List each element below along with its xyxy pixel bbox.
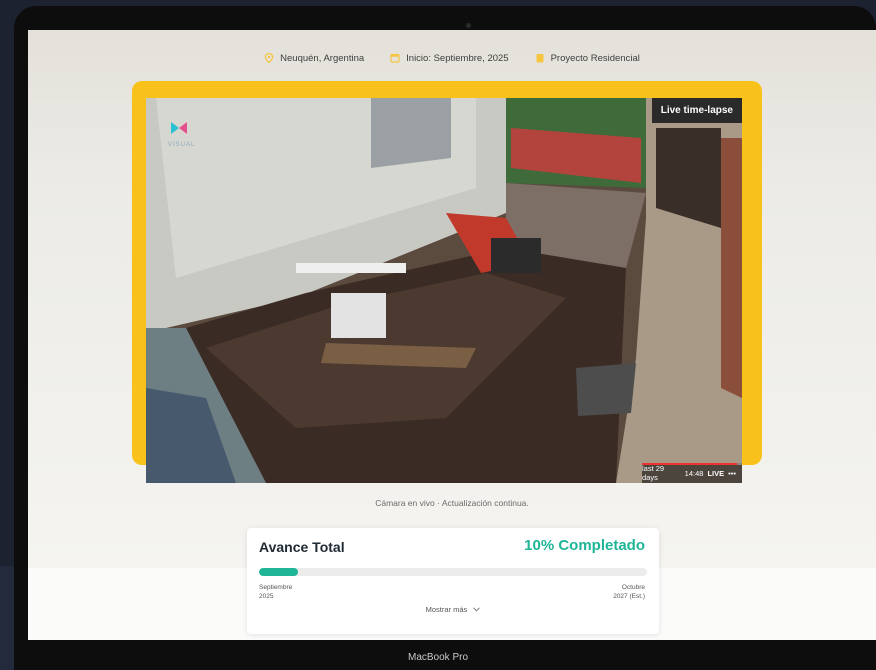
end-year: 2027 (Est.): [613, 593, 645, 600]
construction-site-image: [146, 98, 742, 483]
progress-percent: 10% Completado: [524, 537, 645, 554]
brand-logo-icon: [171, 122, 187, 134]
meta-project-type-text: Proyecto Residencial: [550, 52, 640, 64]
calendar-icon: [390, 53, 400, 63]
timeline-range[interactable]: last 29 days: [642, 464, 681, 482]
chevron-down-icon: [473, 607, 481, 612]
start-year: 2025: [259, 593, 274, 600]
timeline-progress: [642, 463, 737, 465]
device-label: MacBook Pro: [407, 652, 469, 663]
timeline-time: 14:48: [684, 468, 704, 478]
progress-card: Avance Total 10% Completado Septiembre 2…: [247, 528, 659, 634]
progress-end-date: Octubre 2027 (Est.): [613, 583, 645, 601]
live-camera-video[interactable]: VISUAL Live time-lapse last 29 days 14:4…: [146, 98, 742, 483]
meta-start: Inicio: Septiembre, 2025: [390, 50, 509, 66]
show-more-button[interactable]: Mostrar más: [247, 605, 659, 614]
progress-title: Avance Total: [259, 539, 345, 555]
camera-frame: VISUAL Live time-lapse last 29 days 14:4…: [132, 81, 762, 483]
show-more-label: Mostrar más: [425, 605, 468, 614]
progress-bar: [259, 568, 647, 576]
brand-logo-text: VISUAL: [168, 142, 196, 148]
webcam-dot: [466, 23, 471, 28]
building-icon: [536, 54, 544, 63]
camera-caption: Cámara en vivo · Actualización continua.: [375, 498, 529, 508]
start-month: Septiembre: [259, 584, 293, 591]
meta-location: Neuquén, Argentina: [264, 50, 364, 66]
screen: Neuquén, Argentina Inicio: Septiembre, 2…: [28, 30, 876, 640]
timeline-live[interactable]: LIVE: [707, 469, 724, 478]
timeline-track[interactable]: [642, 463, 742, 465]
more-options-icon[interactable]: •••: [728, 469, 736, 478]
end-month: Octubre: [621, 584, 645, 591]
progress-start-date: Septiembre 2025: [259, 583, 292, 601]
meta-start-text: Inicio: Septiembre, 2025: [406, 52, 509, 64]
project-meta-bar: Neuquén, Argentina Inicio: Septiembre, 2…: [28, 50, 876, 66]
location-pin-icon: [264, 53, 274, 63]
video-timeline[interactable]: last 29 days 14:48 LIVE •••: [642, 463, 742, 483]
meta-location-text: Neuquén, Argentina: [280, 52, 365, 64]
meta-project-type: Proyecto Residencial: [535, 50, 640, 66]
progress-bar-fill: [259, 568, 298, 576]
live-timelapse-badge[interactable]: Live time-lapse: [651, 98, 742, 123]
